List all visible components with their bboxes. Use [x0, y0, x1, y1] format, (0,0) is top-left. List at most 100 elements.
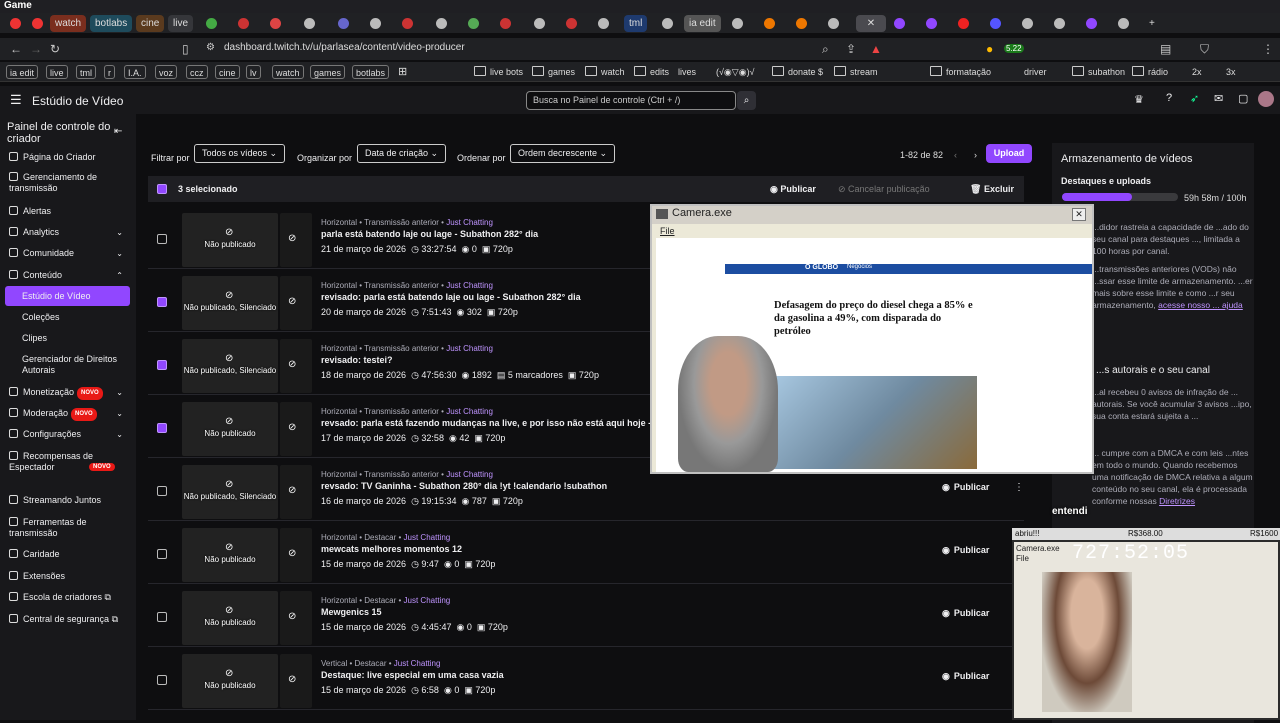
video-title[interactable]: parla está batendo laje ou lage - Subath… — [321, 229, 538, 239]
tab-icon[interactable] — [1112, 15, 1134, 32]
tab-icon[interactable] — [200, 15, 222, 32]
video-thumbnail[interactable]: ⊘ Não publicado, Silenciado — [182, 339, 278, 393]
extension-badge[interactable]: 5.22 — [1004, 44, 1024, 53]
publish-button[interactable]: Publicar — [942, 545, 990, 556]
bookmark-item[interactable]: 3x — [1226, 65, 1236, 79]
row-checkbox[interactable] — [157, 297, 167, 307]
new-tab-icon[interactable]: + — [1144, 15, 1160, 32]
tab-botlabs[interactable]: botlabs — [90, 15, 133, 32]
sidebar-item-escola[interactable]: Escola de criadores ⧉ — [9, 592, 129, 603]
url-field[interactable]: dashboard.twitch.tv/u/parlasea/content/v… — [224, 42, 465, 53]
category-link[interactable]: Just Chatting — [394, 659, 441, 668]
bookmark-folder[interactable]: stream — [834, 65, 878, 79]
search-input[interactable]: Busca no Painel de controle (Ctrl + /) — [526, 91, 736, 110]
video-thumbnail[interactable]: ⊘ Não publicado — [182, 402, 278, 456]
tab-icon[interactable] — [298, 15, 320, 32]
organize-select[interactable]: Data de criação ⌄ — [357, 144, 447, 163]
rocket-icon[interactable]: ➶ — [1190, 92, 1199, 105]
bookmark-item[interactable]: lv — [246, 65, 261, 79]
sidebar-item-pagina[interactable]: Página do Criador — [9, 152, 129, 163]
bookmark-folder[interactable]: live bots — [474, 65, 523, 79]
tab-icon[interactable] — [952, 15, 974, 32]
bookmark-folder[interactable]: subathon — [1072, 65, 1125, 79]
tab-live[interactable]: live — [168, 15, 194, 32]
tab-icon[interactable] — [560, 15, 582, 32]
sidebar-item-direitos[interactable]: Gerenciador de Direitos Autorais — [22, 354, 122, 376]
tab-icon[interactable] — [494, 15, 516, 32]
row-checkbox[interactable] — [157, 234, 167, 244]
help-icon[interactable]: ? — [1166, 92, 1172, 104]
guidelines-link[interactable]: Diretrizes — [1159, 496, 1195, 506]
order-select[interactable]: Ordem decrescente ⌄ — [510, 144, 616, 163]
camera-window[interactable]: Camera.exe ✕ File O GLOBO Negócios Defas… — [650, 204, 1094, 474]
tab-icon[interactable] — [1080, 15, 1102, 32]
collapse-icon[interactable]: ⇤ — [114, 126, 122, 137]
tab-icon[interactable] — [4, 15, 26, 32]
bookmark-item[interactable]: lives — [678, 65, 696, 79]
tab-icon[interactable] — [888, 15, 910, 32]
camera-close-icon[interactable]: ✕ — [1072, 208, 1086, 221]
bookmark-item[interactable]: (√◉▽◉)√ — [716, 65, 755, 79]
sidebar-item-monetizacao[interactable]: Monetização NOVO ⌄ — [9, 387, 129, 400]
sidebar-item-configuracoes[interactable]: Configurações ⌄ — [9, 429, 129, 440]
second-camera-menu[interactable]: File — [1016, 554, 1029, 563]
sidebar-item-comunidade[interactable]: Comunidade ⌄ — [9, 248, 129, 259]
sidebar-item-extensoes[interactable]: Extensões — [9, 571, 129, 582]
avatar[interactable] — [1258, 91, 1274, 107]
bookmark-item[interactable]: driver — [1024, 65, 1047, 79]
bookmark-item[interactable]: I.A. — [124, 65, 146, 79]
video-title[interactable]: revisado: parla está batendo laje ou lag… — [321, 292, 581, 302]
tab-icon[interactable] — [822, 15, 844, 32]
inbox-icon[interactable]: ✉ — [1214, 92, 1223, 105]
zoom-icon[interactable]: ⌕ — [822, 42, 829, 57]
video-title[interactable]: revsado: parla está fazendo mudanças na … — [321, 418, 671, 428]
bookmark-item[interactable]: r — [104, 65, 115, 79]
bookmark-folder[interactable]: donate $ — [772, 65, 823, 79]
sidebar-item-clipes[interactable]: Clipes — [22, 333, 142, 344]
tab-icon[interactable] — [726, 15, 748, 32]
prev-page-icon[interactable]: ‹ — [954, 150, 957, 160]
shield-icon[interactable]: ⛉ — [1200, 42, 1209, 57]
search-icon[interactable]: ⌕ — [737, 91, 756, 110]
tab-icon[interactable] — [592, 15, 614, 32]
bookmark-item[interactable]: games — [310, 65, 346, 79]
bookmark-folder[interactable]: formatação — [930, 65, 991, 79]
bookmark-item[interactable]: watch — [272, 65, 304, 79]
sidebar-item-caridade[interactable]: Caridade — [9, 549, 129, 560]
sidebar-item-seguranca[interactable]: Central de segurança ⧉ — [9, 614, 129, 625]
tab-tml[interactable]: tml — [624, 15, 648, 32]
tab-icon[interactable] — [232, 15, 254, 32]
category-link[interactable]: Just Chatting — [446, 218, 493, 227]
bookmark-item[interactable]: botlabs — [352, 65, 390, 79]
extension-icon[interactable]: ● — [986, 42, 993, 56]
sidebar-item-streamando[interactable]: Streamando Juntos — [9, 495, 129, 506]
tab-icon[interactable] — [1016, 15, 1038, 32]
category-link[interactable]: Just Chatting — [446, 281, 493, 290]
bookmark-item[interactable]: ia edit — [6, 65, 39, 79]
video-thumbnail[interactable]: ⊘ Não publicado — [182, 528, 278, 582]
sidebar-toggle-icon[interactable]: ▤ — [1160, 42, 1171, 56]
category-link[interactable]: Just Chatting — [446, 407, 493, 416]
bookmark-icon[interactable]: ▢ — [1238, 92, 1248, 105]
bookmark-folder[interactable]: games — [532, 65, 575, 79]
table-row[interactable]: ⊘ Não publicado ⊘ Horizontal • Destacar • J… — [148, 586, 1024, 647]
tab-ia-edit[interactable]: ia edit — [684, 15, 721, 32]
next-page-icon[interactable]: › — [974, 150, 977, 160]
table-row[interactable]: ⊘ Não publicado ⊘ Horizontal • Destacar • J… — [148, 523, 1024, 584]
hamburger-icon[interactable]: ☰ — [10, 92, 22, 108]
tab-icon[interactable] — [430, 15, 452, 32]
tab-icon[interactable] — [758, 15, 780, 32]
video-title[interactable]: revsado: TV Ganinha - Subathon 280° dia … — [321, 481, 607, 491]
tab-icon[interactable] — [26, 15, 48, 32]
category-link[interactable]: Just Chatting — [404, 596, 451, 605]
bookmark-icon[interactable]: ▯ — [182, 42, 189, 56]
sidebar-item-analytics[interactable]: Analytics ⌄ — [9, 227, 129, 238]
crown-icon[interactable]: ♛ — [1134, 93, 1144, 106]
site-info-icon[interactable]: ⚙ — [206, 42, 215, 53]
tab-icon[interactable] — [462, 15, 484, 32]
bookmark-item[interactable]: 2x — [1192, 65, 1202, 79]
camera-file-menu[interactable]: File — [660, 226, 675, 236]
tab-icon[interactable] — [656, 15, 678, 32]
video-thumbnail[interactable]: ⊘ Não publicado — [182, 213, 278, 267]
upload-button[interactable]: Upload — [986, 144, 1032, 163]
